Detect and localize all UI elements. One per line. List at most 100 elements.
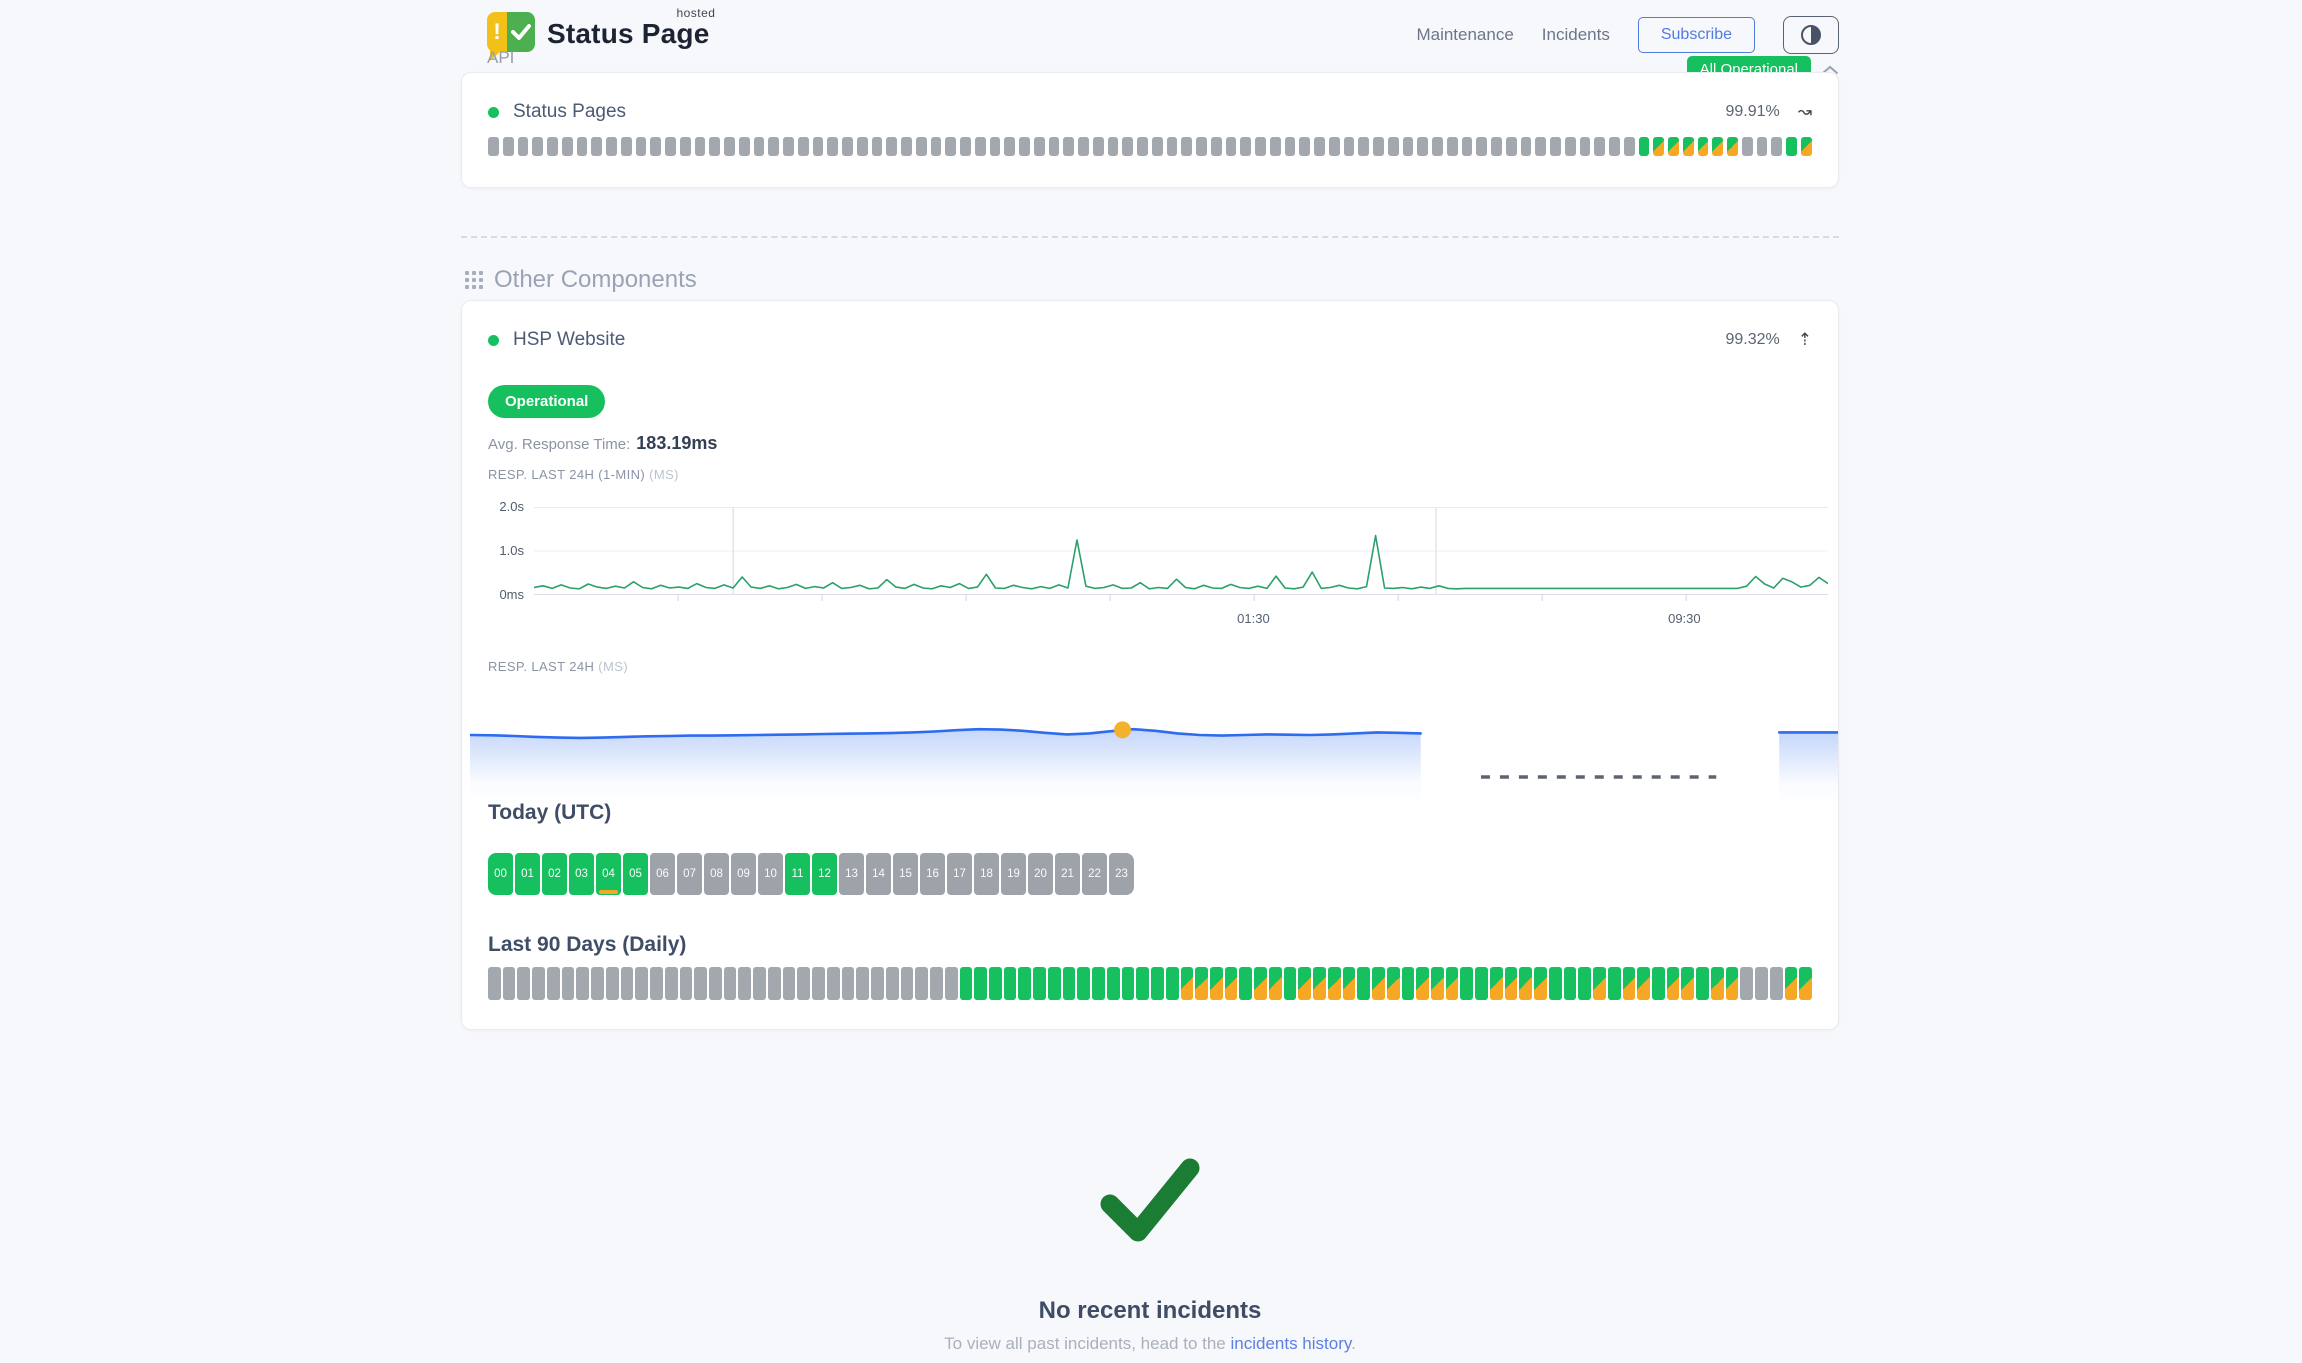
uptime-cell[interactable] [1063, 967, 1076, 1000]
uptime-cell[interactable] [532, 967, 545, 1000]
uptime-cell[interactable] [768, 137, 779, 156]
uptime-cell[interactable] [1049, 137, 1060, 156]
uptime-cell[interactable] [960, 967, 973, 1000]
uptime-cell[interactable] [1254, 967, 1267, 1000]
uptime-cell[interactable] [1373, 137, 1384, 156]
uptime-cell[interactable] [930, 967, 943, 1000]
uptime-cell[interactable] [1137, 137, 1148, 156]
uptime-cell[interactable] [856, 967, 869, 1000]
uptime-cell[interactable] [1270, 137, 1281, 156]
uptime-cell[interactable] [1639, 137, 1650, 156]
uptime-cell[interactable] [650, 967, 663, 1000]
uptime-cell[interactable] [1623, 967, 1636, 1000]
uptime-cell[interactable] [517, 967, 530, 1000]
hour-cell-05[interactable]: 05 [623, 853, 648, 895]
uptime-cell[interactable] [1771, 137, 1782, 156]
uptime-cell[interactable] [635, 967, 648, 1000]
hour-cell-15[interactable]: 15 [893, 853, 918, 895]
uptime-cell[interactable] [503, 137, 514, 156]
uptime-cell[interactable] [576, 967, 589, 1000]
uptime-cell[interactable] [1108, 137, 1119, 156]
hour-cell-18[interactable]: 18 [974, 853, 999, 895]
uptime-cell[interactable] [1285, 137, 1296, 156]
subscribe-button[interactable]: Subscribe [1638, 17, 1755, 53]
uptime-cell[interactable] [1594, 137, 1605, 156]
uptime-cell[interactable] [606, 967, 619, 1000]
uptime-cell[interactable] [1181, 137, 1192, 156]
hour-cell-01[interactable]: 01 [515, 853, 540, 895]
uptime-cell[interactable] [1195, 967, 1208, 1000]
uptime-cell[interactable] [1358, 137, 1369, 156]
uptime-cell[interactable] [1372, 967, 1385, 1000]
uptime-cell[interactable] [738, 967, 751, 1000]
uptime-cell[interactable] [813, 137, 824, 156]
uptime-cell[interactable] [1742, 137, 1753, 156]
uptime-cell[interactable] [1578, 967, 1591, 1000]
uptime-cell[interactable] [1711, 967, 1724, 1000]
uptime-cell[interactable] [488, 967, 501, 1000]
uptime-cell[interactable] [827, 137, 838, 156]
uptime-cell[interactable] [709, 967, 722, 1000]
uptime-cell[interactable] [1033, 967, 1046, 1000]
uptime-cell[interactable] [562, 967, 575, 1000]
uptime-cell[interactable] [1519, 967, 1532, 1000]
uptime-cell[interactable] [1077, 967, 1090, 1000]
uptime-cell[interactable] [724, 967, 737, 1000]
uptime-cell[interactable] [1034, 137, 1045, 156]
hour-cell-02[interactable]: 02 [542, 853, 567, 895]
uptime-cell[interactable] [1609, 137, 1620, 156]
uptime-cell[interactable] [1004, 137, 1015, 156]
uptime-cell[interactable] [974, 967, 987, 1000]
uptime-cell[interactable] [990, 137, 1001, 156]
uptime-cell[interactable] [1653, 137, 1664, 156]
uptime-cell[interactable] [783, 967, 796, 1000]
uptime-cell[interactable] [872, 137, 883, 156]
uptime-cell[interactable] [1726, 967, 1739, 1000]
uptime-cell[interactable] [1476, 137, 1487, 156]
uptime-cell[interactable] [724, 137, 735, 156]
uptime-cell[interactable] [695, 137, 706, 156]
uptime-cell[interactable] [1240, 137, 1251, 156]
uptime-cell[interactable] [827, 967, 840, 1000]
uptime-cell[interactable] [886, 967, 899, 1000]
uptime-cell[interactable] [1225, 967, 1238, 1000]
uptime-cell[interactable] [916, 137, 927, 156]
uptime-cell[interactable] [1344, 137, 1355, 156]
uptime-cell[interactable] [503, 967, 516, 1000]
uptime-cell[interactable] [1092, 967, 1105, 1000]
uptime-cell[interactable] [1343, 967, 1356, 1000]
uptime-cell[interactable] [1403, 137, 1414, 156]
uptime-cell[interactable] [1018, 967, 1031, 1000]
uptime-cell[interactable] [1255, 137, 1266, 156]
uptime-cell[interactable] [591, 967, 604, 1000]
uptime-cell[interactable] [1239, 967, 1252, 1000]
uptime-cell[interactable] [709, 137, 720, 156]
uptime-cell[interactable] [650, 137, 661, 156]
uptime-cell[interactable] [1462, 137, 1473, 156]
hour-cell-23[interactable]: 23 [1109, 853, 1134, 895]
uptime-cell[interactable] [754, 137, 765, 156]
uptime-cell[interactable] [1624, 137, 1635, 156]
uptime-cell[interactable] [1093, 137, 1104, 156]
uptime-cell[interactable] [1151, 967, 1164, 1000]
uptime-cell[interactable] [1298, 967, 1311, 1000]
uptime-cell[interactable] [1506, 137, 1517, 156]
uptime-cell[interactable] [1505, 967, 1518, 1000]
uptime-cell[interactable] [1122, 137, 1133, 156]
uptime-cell[interactable] [1136, 967, 1149, 1000]
uptime-cell[interactable] [547, 137, 558, 156]
theme-toggle-button[interactable] [1783, 16, 1839, 54]
uptime-cell[interactable] [915, 967, 928, 1000]
uptime-cell[interactable] [1402, 967, 1415, 1000]
uptime-cell[interactable] [842, 967, 855, 1000]
hour-cell-12[interactable]: 12 [812, 853, 837, 895]
uptime-cell[interactable] [871, 967, 884, 1000]
chart1-plot[interactable]: 01:3009:30 [534, 507, 1828, 601]
hour-cell-21[interactable]: 21 [1055, 853, 1080, 895]
uptime-cell[interactable] [1490, 967, 1503, 1000]
uptime-cell[interactable] [1328, 967, 1341, 1000]
incidents-history-link[interactable]: incidents history [1230, 1334, 1351, 1353]
hour-cell-17[interactable]: 17 [947, 853, 972, 895]
nav-incidents[interactable]: Incidents [1542, 25, 1610, 45]
hour-cell-09[interactable]: 09 [731, 853, 756, 895]
